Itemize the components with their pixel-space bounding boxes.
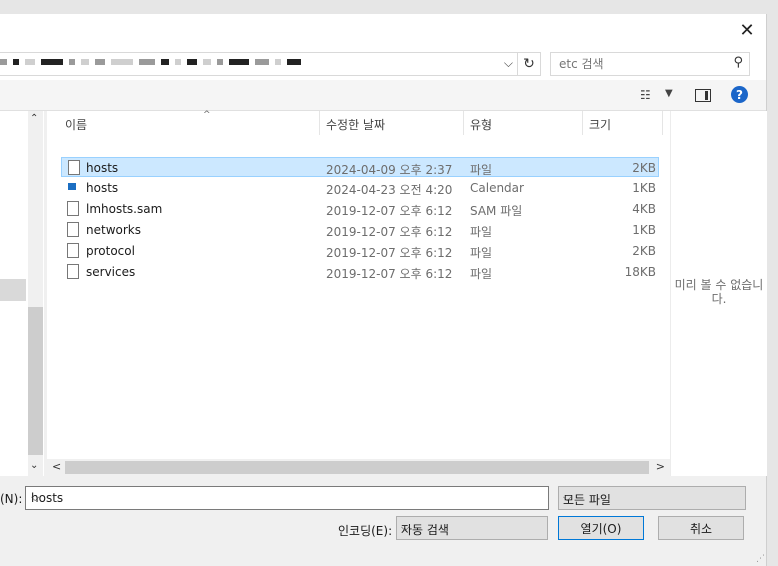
column-header-name[interactable]: 이름 ^ <box>65 110 315 135</box>
file-name: networks <box>86 223 141 237</box>
table-row[interactable]: protocol 2019-12-07 오후 6:12 파일 2KB <box>61 241 659 261</box>
view-options-icon[interactable]: ☷ <box>640 88 651 102</box>
file-icon <box>67 201 79 216</box>
encoding-label: 인코딩(E): <box>338 524 393 538</box>
search-icon[interactable]: ⚲ <box>733 55 743 70</box>
column-divider[interactable] <box>662 111 663 135</box>
column-divider[interactable] <box>463 111 464 135</box>
toolbar: ☷ ▼ ? <box>0 80 766 111</box>
column-type-label: 유형 <box>470 117 493 132</box>
preview-message: 미리 볼 수 없습니다. <box>674 278 764 306</box>
file-list: 이름 ^ 수정한 날짜 유형 크기 hosts 2024-04-09 오후 2:… <box>47 110 670 476</box>
address-bar[interactable]: ⌵ <box>0 52 518 76</box>
column-header-type[interactable]: 유형 <box>470 113 580 135</box>
file-size: 4KB <box>632 202 656 216</box>
column-header-size[interactable]: 크기 <box>589 113 659 135</box>
filetype-select[interactable]: 모든 파일 ⌵ <box>558 486 746 510</box>
file-size: 1KB <box>632 181 656 195</box>
nav-scrollbar[interactable]: ⌃ ⌄ <box>28 111 43 476</box>
open-file-dialog: ✕ ⌵ ↻ etc 검색 ⚲ ☷ ▼ ? ⌃ ⌄ 이름 ^ 수정한 날짜 유형 … <box>0 14 767 566</box>
table-row[interactable]: services 2019-12-07 오후 6:12 파일 18KB <box>61 262 659 282</box>
file-icon <box>67 243 79 258</box>
filename-label: (N): <box>0 492 23 506</box>
close-button[interactable]: ✕ <box>732 16 762 44</box>
search-box[interactable]: ⚲ <box>550 52 750 76</box>
file-date: 2024-04-09 오후 2:37 <box>326 163 453 177</box>
chevron-left-icon[interactable]: < <box>52 460 61 473</box>
encoding-select[interactable]: 자동 검색 ⌵ <box>396 516 548 540</box>
file-type: 파일 <box>470 163 493 177</box>
file-date: 2019-12-07 오후 6:12 <box>326 225 453 239</box>
file-size: 2KB <box>632 244 656 258</box>
table-row[interactable]: lmhosts.sam 2019-12-07 오후 6:12 SAM 파일 4K… <box>61 199 659 219</box>
dialog-footer: (N): hosts ⌵ 모든 파일 ⌵ 인코딩(E): 자동 검색 ⌵ 열기(… <box>0 476 766 566</box>
file-type: 파일 <box>470 267 493 281</box>
chevron-up-icon[interactable]: ⌃ <box>30 113 38 124</box>
horizontal-scrollbar[interactable]: < > <box>47 459 670 476</box>
calendar-file-icon <box>68 183 76 190</box>
open-button[interactable]: 열기(O) <box>558 516 644 540</box>
chevron-down-icon[interactable]: ⌵ <box>563 491 740 505</box>
file-type: 파일 <box>470 246 493 260</box>
file-name: hosts <box>86 181 119 195</box>
preview-pane: 미리 볼 수 없습니다. <box>670 111 767 476</box>
file-size: 2KB <box>632 161 656 175</box>
column-divider[interactable] <box>319 111 320 135</box>
file-date: 2019-12-07 오후 6:12 <box>326 267 453 281</box>
breadcrumb <box>0 55 301 69</box>
title-bar: ✕ <box>0 14 766 46</box>
table-row[interactable]: hosts 2024-04-09 오후 2:37 파일 2KB <box>61 157 659 177</box>
preview-pane-icon[interactable] <box>695 89 711 102</box>
file-size: 18KB <box>624 265 656 279</box>
column-name-label: 이름 <box>65 117 88 132</box>
file-date: 2019-12-07 오후 6:12 <box>326 246 453 260</box>
sort-ascending-icon: ^ <box>203 110 211 120</box>
file-icon <box>68 160 80 175</box>
nav-selected-item[interactable] <box>0 279 26 301</box>
file-name: services <box>86 265 136 279</box>
file-icon <box>67 264 79 279</box>
filename-combobox[interactable]: hosts ⌵ <box>25 486 549 510</box>
file-type: Calendar <box>470 181 524 195</box>
resize-grip-icon[interactable]: ⋰ <box>756 554 765 564</box>
chevron-right-icon[interactable]: > <box>656 460 665 473</box>
file-type: 파일 <box>470 225 493 239</box>
column-size-label: 크기 <box>589 117 612 132</box>
file-type: SAM 파일 <box>470 204 523 218</box>
chevron-down-icon[interactable]: ▼ <box>665 88 673 99</box>
search-input[interactable] <box>557 53 721 75</box>
table-row[interactable]: hosts 2024-04-23 오전 4:20 Calendar 1KB <box>61 178 659 198</box>
help-icon[interactable]: ? <box>731 86 748 103</box>
file-name: lmhosts.sam <box>86 202 163 216</box>
horizontal-scroll-thumb[interactable] <box>65 461 649 474</box>
file-date: 2024-04-23 오전 4:20 <box>326 183 453 197</box>
chevron-down-icon[interactable]: ⌵ <box>504 56 513 71</box>
file-size: 1KB <box>632 223 656 237</box>
refresh-button[interactable]: ↻ <box>517 52 541 76</box>
refresh-icon: ↻ <box>523 56 535 72</box>
cancel-button[interactable]: 취소 <box>658 516 744 540</box>
file-name: protocol <box>86 244 135 258</box>
table-row[interactable]: networks 2019-12-07 오후 6:12 파일 1KB <box>61 220 659 240</box>
navigation-pane: ⌃ ⌄ <box>0 111 44 476</box>
column-header-date[interactable]: 수정한 날짜 <box>326 113 466 135</box>
column-date-label: 수정한 날짜 <box>326 117 386 132</box>
chevron-down-icon[interactable]: ⌵ <box>401 521 542 535</box>
column-divider[interactable] <box>582 111 583 135</box>
nav-scroll-thumb[interactable] <box>28 307 43 455</box>
file-name: hosts <box>86 161 119 175</box>
file-icon <box>67 222 79 237</box>
file-date: 2019-12-07 오후 6:12 <box>326 204 453 218</box>
chevron-down-icon[interactable]: ⌄ <box>30 460 38 471</box>
chevron-down-icon[interactable]: ⌵ <box>31 491 543 505</box>
